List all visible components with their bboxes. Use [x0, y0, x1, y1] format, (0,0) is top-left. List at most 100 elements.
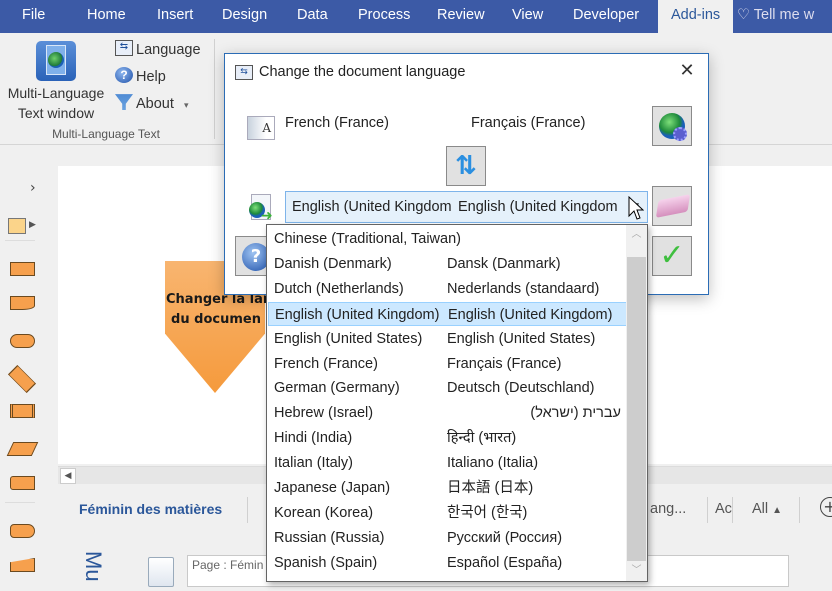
divider [5, 240, 35, 241]
vertical-label: Mu [81, 551, 106, 582]
dropdown-option[interactable]: Danish (Denmark) Dansk (Danmark) [268, 252, 627, 276]
option-native-name: English (United States) [447, 330, 596, 347]
tell-me-label: Tell me w [753, 7, 815, 23]
option-native-name: Dansk (Danmark) [447, 255, 561, 272]
source-language-native: Français (France) [471, 115, 586, 131]
dropdown-option[interactable]: English (United Kingdom) English (United … [268, 301, 627, 326]
gear-icon [673, 127, 687, 141]
dropdown-option[interactable]: Japanese (Japan) 日本語 (日本) [268, 476, 627, 500]
separator [732, 497, 733, 523]
multi-language-text-window-button[interactable]: Multi-Language Text window [2, 39, 110, 123]
page-icon [148, 557, 174, 587]
group-separator [214, 39, 215, 139]
dropdown-scrollbar[interactable]: ︿ ﹀ [626, 225, 647, 581]
page-tab-ac[interactable]: Ac [715, 501, 732, 517]
dropdown-option[interactable]: Dutch (Netherlands) Nederlands (standaard… [268, 277, 627, 301]
play-arrow-icon: ▶ [29, 220, 36, 230]
ribbon-tab-bar: File Home Insert Design Data Process Rev… [0, 0, 832, 33]
tab-add-ins[interactable]: Add-ins [658, 0, 734, 33]
about-button[interactable]: About ▾ [115, 94, 188, 116]
language-button[interactable]: ⇆ Language [115, 40, 201, 62]
close-icon[interactable]: ✕ [676, 60, 698, 82]
add-page-icon[interactable]: + [820, 497, 832, 517]
manual-input-shape[interactable] [10, 558, 35, 572]
dropdown-option[interactable]: Korean (Korea) 한국어 (한국) [268, 501, 627, 525]
stencil-folder-icon[interactable] [8, 218, 26, 234]
dropdown-option[interactable]: German (Germany) Deutsch (Deutschland) [268, 376, 627, 400]
option-language-name: Japanese (Japan) [274, 480, 391, 496]
target-language-combobox[interactable]: English (United Kingdom English (United K… [285, 191, 648, 223]
dropdown-option[interactable]: Hebrew (Israel) עברית (ישראל) [268, 401, 627, 425]
document-globe-icon [36, 41, 76, 81]
clear-button[interactable] [652, 186, 692, 226]
tab-view[interactable]: View [512, 0, 543, 33]
tab-file[interactable]: File [22, 0, 45, 33]
direct-data-shape[interactable] [10, 524, 35, 538]
dropdown-option[interactable]: French (France) Français (France) [268, 352, 627, 376]
scroll-up-icon[interactable]: ︿ [626, 225, 647, 245]
option-language-name: Korean (Korea) [274, 504, 374, 521]
page-tab-partial[interactable]: ang... [650, 501, 686, 517]
swap-languages-button[interactable]: ⇅ [446, 146, 486, 186]
option-language-name: Hebrew (Israel) [274, 405, 374, 422]
refresh-swap-icon: ⇅ [455, 151, 477, 181]
funnel-icon [115, 94, 133, 111]
tell-me-search[interactable]: ♡ Tell me w [737, 0, 814, 33]
option-language-name: Chinese (Traditional, Taiwan) [274, 231, 461, 247]
option-native-name: 한국어 (한국) [447, 504, 528, 521]
tab-design[interactable]: Design [222, 0, 267, 33]
dropdown-option[interactable]: Russian (Russia) Русский (Россия) [268, 526, 627, 550]
tab-data[interactable]: Data [297, 0, 328, 33]
option-language-name: Russian (Russia) [274, 529, 385, 546]
expand-chevron-icon[interactable]: › [30, 180, 36, 196]
scrollbar-thumb[interactable] [627, 257, 646, 561]
source-language: French (France) [285, 115, 389, 131]
tab-developer[interactable]: Developer [573, 0, 639, 33]
language-settings-button[interactable] [652, 106, 692, 146]
mouse-cursor-icon [628, 196, 644, 220]
help-button[interactable]: ? Help [115, 67, 166, 89]
help-icon: ? [115, 67, 133, 84]
option-language-name: German (Germany) [274, 380, 400, 397]
dropdown-option[interactable]: English (United States) English (United S… [268, 327, 627, 351]
checkmark-icon: ✓ [659, 238, 685, 273]
apply-button[interactable]: ✓ [652, 236, 692, 276]
data-shape[interactable] [6, 442, 39, 456]
big-button-label-2: Text window [17, 105, 95, 121]
option-language-name: Danish (Denmark) [274, 255, 392, 272]
process-shape[interactable] [10, 262, 35, 276]
dropdown-option[interactable]: Spanish (Spain) Español (España) [268, 551, 627, 575]
document-shape[interactable] [10, 296, 35, 310]
option-language-name: Spanish (Spain) [274, 554, 378, 571]
scroll-left-icon[interactable]: ◀ [60, 468, 76, 484]
option-language-name: English (United States) [274, 330, 423, 347]
tab-home[interactable]: Home [87, 0, 126, 33]
dropdown-option[interactable]: Italian (Italy) Italiano (Italia) [268, 451, 627, 475]
language-swap-icon: ⇆ [115, 40, 133, 57]
combo-native: English (United Kingdom [458, 199, 618, 215]
dropdown-arrow-icon: ▾ [183, 100, 189, 110]
separator [799, 497, 800, 523]
dropdown-option[interactable]: Hindi (India) हिन्दी (भारत) [268, 426, 627, 450]
decision-shape[interactable] [7, 364, 37, 394]
tab-insert[interactable]: Insert [157, 0, 193, 33]
separator [247, 497, 248, 523]
ribbon-group-label: Multi-Language Text [52, 127, 160, 141]
shapes-panel: › ▶ [0, 146, 45, 591]
about-label: About [136, 96, 174, 112]
tab-process[interactable]: Process [358, 0, 410, 33]
option-native-name: Italiano (Italia) [447, 455, 539, 472]
scroll-down-icon[interactable]: ﹀ [626, 561, 647, 581]
tab-review[interactable]: Review [437, 0, 485, 33]
subprocess-shape[interactable] [10, 404, 35, 418]
page-tab-active[interactable]: Féminin des matières [79, 501, 222, 517]
option-native-name: Русский (Россия) [447, 529, 563, 546]
option-native-name: Deutsch (Deutschland) [447, 380, 595, 397]
dropdown-option[interactable]: Chinese (Traditional, Taiwan) [268, 227, 627, 251]
option-native-name: 日本語 (日本) [447, 480, 534, 496]
all-pages-button[interactable]: All ▲ [752, 501, 782, 517]
stored-data-shape[interactable] [10, 476, 35, 490]
terminator-shape[interactable] [10, 334, 35, 348]
language-dropdown-list[interactable]: Spanish (Spain) Español (España) Russian (… [266, 224, 648, 582]
big-button-label-1: Multi-Language [7, 85, 105, 101]
